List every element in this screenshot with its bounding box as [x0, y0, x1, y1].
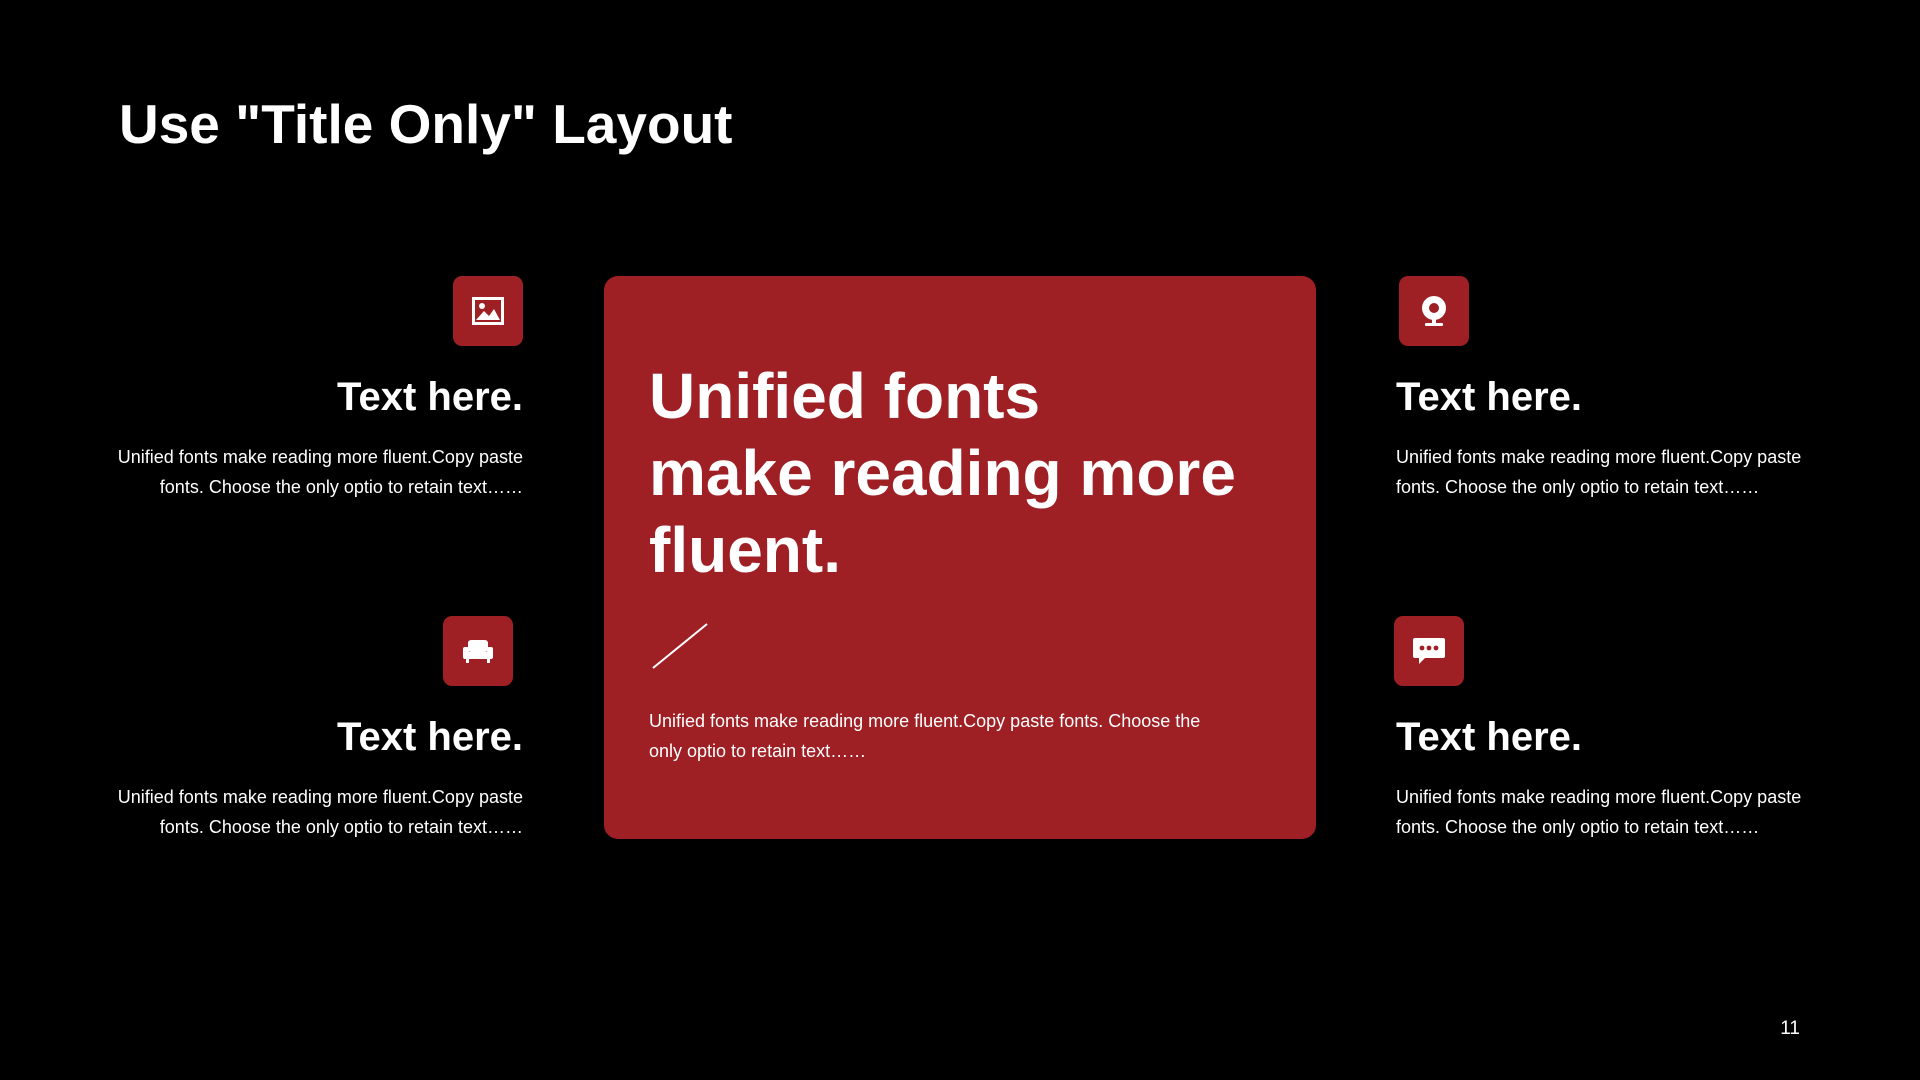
- card-description: Unified fonts make reading more fluent.C…: [649, 706, 1200, 766]
- armchair-icon: [443, 616, 513, 686]
- card-description-line: Unified fonts make reading more fluent.C…: [649, 711, 1201, 731]
- divider-slash: [652, 623, 708, 669]
- card-description-line: only optio to retain text……: [649, 741, 867, 761]
- feature-description-line: Unified fonts make reading more fluent.C…: [117, 787, 523, 807]
- feature-heading: Text here.: [337, 715, 523, 759]
- card-headline: Unified fonts make reading more fluent.: [649, 358, 1236, 589]
- card-headline-line: make reading more: [649, 437, 1236, 509]
- feature-top-right: Text here. Unified fonts make reading mo…: [1396, 276, 1806, 502]
- webcam-icon: [1399, 276, 1469, 346]
- feature-heading: Text here.: [337, 375, 523, 419]
- feature-description-line: fonts. Choose the only optio to retain t…: [159, 817, 523, 837]
- feature-description-line: Unified fonts make reading more fluent.C…: [117, 447, 523, 467]
- feature-description: Unified fonts make reading more fluent.C…: [1396, 442, 1806, 502]
- feature-description: Unified fonts make reading more fluent.C…: [113, 442, 523, 502]
- feature-heading: Text here.: [1396, 715, 1582, 759]
- feature-heading: Text here.: [1396, 375, 1582, 419]
- center-highlight-card: Unified fonts make reading more fluent. …: [604, 276, 1316, 839]
- feature-description-line: Unified fonts make reading more fluent.C…: [1396, 447, 1802, 467]
- feature-bottom-left: Text here. Unified fonts make reading mo…: [113, 616, 523, 842]
- image-icon: [453, 276, 523, 346]
- feature-description: Unified fonts make reading more fluent.C…: [113, 782, 523, 842]
- feature-description-line: fonts. Choose the only optio to retain t…: [159, 477, 523, 497]
- chat-bubble-icon: [1394, 616, 1464, 686]
- feature-description: Unified fonts make reading more fluent.C…: [1396, 782, 1806, 842]
- feature-description-line: fonts. Choose the only optio to retain t…: [1396, 817, 1760, 837]
- feature-description-line: Unified fonts make reading more fluent.C…: [1396, 787, 1802, 807]
- feature-description-line: fonts. Choose the only optio to retain t…: [1396, 477, 1760, 497]
- feature-bottom-right: Text here. Unified fonts make reading mo…: [1394, 616, 1806, 842]
- card-headline-line: fluent.: [649, 514, 841, 586]
- feature-top-left: Text here. Unified fonts make reading mo…: [113, 276, 523, 502]
- page-number: 11: [1780, 1018, 1800, 1039]
- card-headline-line: Unified fonts: [649, 360, 1041, 432]
- slide-title: Use "Title Only" Layout: [119, 93, 733, 155]
